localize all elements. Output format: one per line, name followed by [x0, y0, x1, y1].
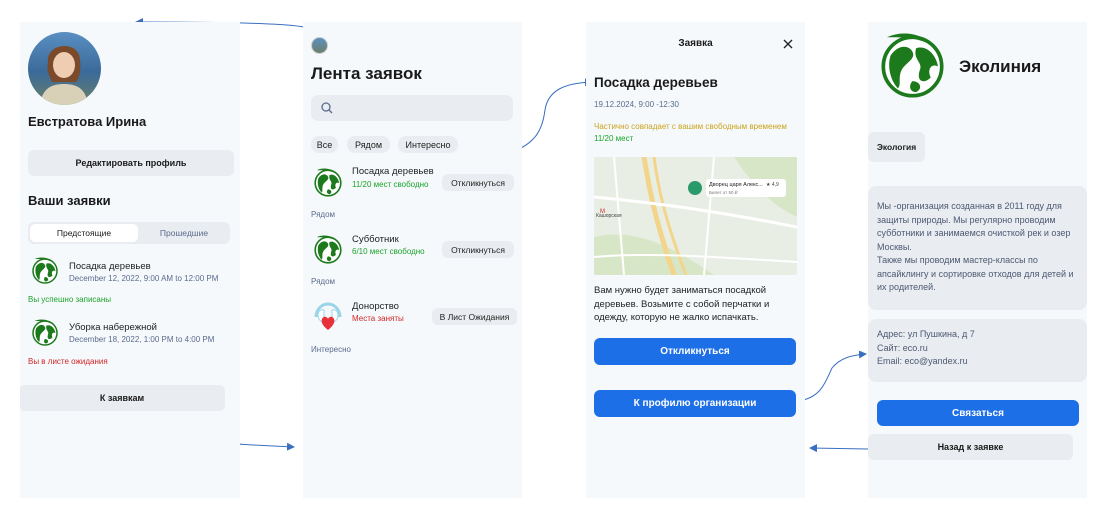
eco-globe-icon: [312, 234, 344, 266]
arrow-org-back-to-detail: [809, 444, 869, 453]
feed-item-title: Посадка деревьев: [352, 166, 434, 177]
request-status: Вы успешно записаны: [28, 295, 112, 304]
respond-button[interactable]: Откликнуться: [442, 241, 514, 258]
organization-name: Эколиния: [959, 57, 1042, 76]
to-requests-button[interactable]: К заявкам: [20, 385, 225, 411]
respond-button[interactable]: Откликнуться: [442, 174, 514, 191]
modal-header: Заявка: [678, 38, 713, 49]
about-text: Мы -организация созданная в 2011 году дл…: [877, 201, 1074, 292]
request-title: Уборка набережной: [69, 322, 157, 333]
donation-heart-icon: [314, 302, 342, 330]
your-requests-title: Ваши заявки: [28, 193, 111, 208]
arrow-detail-to-org: [797, 350, 867, 402]
profile-name: Евстратова Ирина: [28, 114, 147, 129]
filter-nearby[interactable]: Рядом: [347, 136, 390, 153]
feed-item-status: 6/10 мест свободно: [352, 247, 425, 256]
request-description: Вам нужно будет заниматься посадкой дере…: [594, 285, 770, 323]
avatar[interactable]: [311, 37, 328, 54]
feed-item-status: Места заняты: [352, 314, 404, 323]
request-date: December 18, 2022, 1:00 PM to 4:00 PM: [69, 335, 215, 344]
filter-interesting[interactable]: Интересно: [398, 136, 458, 153]
contact-button[interactable]: Связаться: [877, 400, 1079, 426]
tab-switcher: Предстоящие Прошедшие: [28, 222, 230, 244]
feed-item-title: Донорство: [352, 301, 399, 312]
eco-globe-icon: [312, 167, 344, 199]
waitlist-button[interactable]: В Лист Ожидания: [432, 308, 517, 325]
category-tag: Экология: [868, 132, 925, 162]
time-match-note: Частично совпадает с вашим свободным вре…: [594, 122, 787, 131]
filter-all[interactable]: Все: [311, 136, 338, 153]
map-place-price: Билет от 50 ₽: [709, 190, 738, 195]
request-status: Вы в листе ожидания: [28, 357, 108, 366]
respond-button[interactable]: Откликнуться: [594, 338, 796, 365]
about-card: Мы -организация созданная в 2011 году дл…: [868, 186, 1087, 310]
tab-past[interactable]: Прошедшие: [140, 224, 228, 242]
feed-item-tag: Интересно: [311, 345, 351, 354]
close-icon[interactable]: [783, 39, 793, 49]
eco-globe-icon: [30, 256, 60, 286]
seats-count: 11/20 мест: [594, 134, 634, 143]
site-link[interactable]: Сайт: eco.ru: [877, 342, 1078, 356]
org-profile-button[interactable]: К профилю организации: [594, 390, 796, 417]
feed-item-tag: Рядом: [311, 210, 336, 219]
request-datetime: 19.12.2024, 9:00 -12:30: [594, 100, 679, 109]
organization-screen: Эколиния Экология Мы -организация создан…: [868, 22, 1087, 498]
organization-logo: [876, 30, 949, 103]
edit-profile-button[interactable]: Редактировать профиль: [28, 150, 234, 176]
feed-screen: Лента заявок Все Рядом Интересно Посадка…: [303, 22, 522, 498]
map-place-label: Дворец царя Алекс...: [709, 182, 763, 188]
eco-globe-icon: [30, 318, 60, 348]
request-date: December 12, 2022, 9:00 AM to 12:00 PM: [69, 274, 219, 283]
map-place-rating: ★ 4,9: [766, 182, 779, 188]
feed-item-title: Субботник: [352, 234, 399, 245]
request-detail-screen: Заявка Посадка деревьев 19.12.2024, 9:00…: [586, 22, 805, 498]
feed-item-status: 11/20 мест свободно: [352, 180, 429, 189]
tab-upcoming[interactable]: Предстоящие: [30, 224, 138, 242]
contacts-card: Адрес: ул Пушкина, д 7 Сайт: eco.ru Emai…: [868, 319, 1087, 382]
search-input[interactable]: [311, 95, 513, 121]
page-title: Лента заявок: [311, 64, 422, 83]
feed-item-tag: Рядом: [311, 277, 336, 286]
map-metro-label: Кашорская: [596, 213, 622, 219]
request-title: Посадка деревьев: [69, 261, 151, 272]
location-map[interactable]: M Дворец царя Алекс... Билет от 50 ₽ ★ 4…: [594, 157, 797, 275]
back-to-request-button[interactable]: Назад к заявке: [868, 434, 1073, 460]
email-link[interactable]: Email: eco@yandex.ru: [877, 355, 1078, 369]
search-icon: [321, 102, 333, 114]
profile-screen: Евстратова Ирина Редактировать профиль В…: [20, 22, 240, 498]
avatar: [28, 32, 101, 105]
address-text: Адрес: ул Пушкина, д 7: [877, 329, 975, 339]
request-title: Посадка деревьев: [594, 75, 718, 90]
